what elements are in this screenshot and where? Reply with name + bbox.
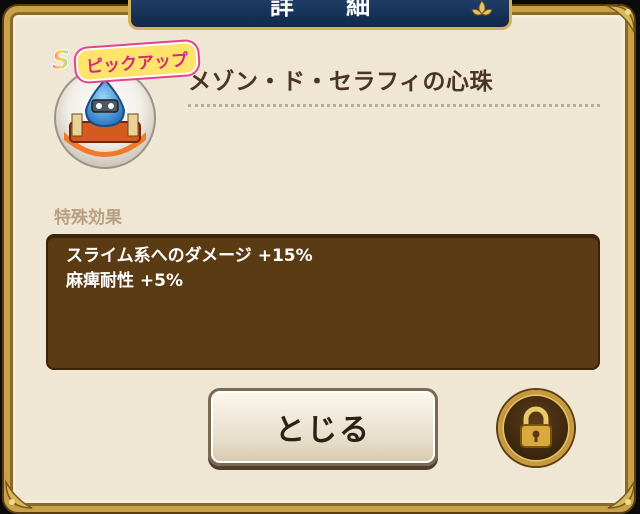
corner-ornament-icon xyxy=(5,479,33,509)
close-button-label: とじる xyxy=(275,413,371,448)
fleur-ornament-icon xyxy=(471,0,493,16)
title-bar: 詳 細 xyxy=(128,0,512,30)
section-label: 特殊効果 xyxy=(54,208,122,228)
lock-icon xyxy=(520,406,552,448)
effect-line: スライム系へのダメージ +15% xyxy=(66,246,313,266)
item-name: メゾン・ド・セラフィの心珠 xyxy=(188,69,494,95)
effect-box: スライム系へのダメージ +15% 麻痺耐性 +5% xyxy=(46,234,600,370)
corner-ornament-icon xyxy=(605,5,635,33)
effect-line: 麻痺耐性 +5% xyxy=(66,271,184,291)
pickup-badge: S ピックアップ xyxy=(48,40,200,82)
divider xyxy=(188,104,600,107)
rank-badge: S xyxy=(48,46,74,77)
pickup-label: ピックアップ xyxy=(74,40,200,82)
lock-button[interactable] xyxy=(498,390,574,466)
close-button[interactable]: とじる xyxy=(208,388,438,466)
corner-ornament-icon xyxy=(607,479,635,509)
page-title: 詳 細 xyxy=(269,0,393,20)
